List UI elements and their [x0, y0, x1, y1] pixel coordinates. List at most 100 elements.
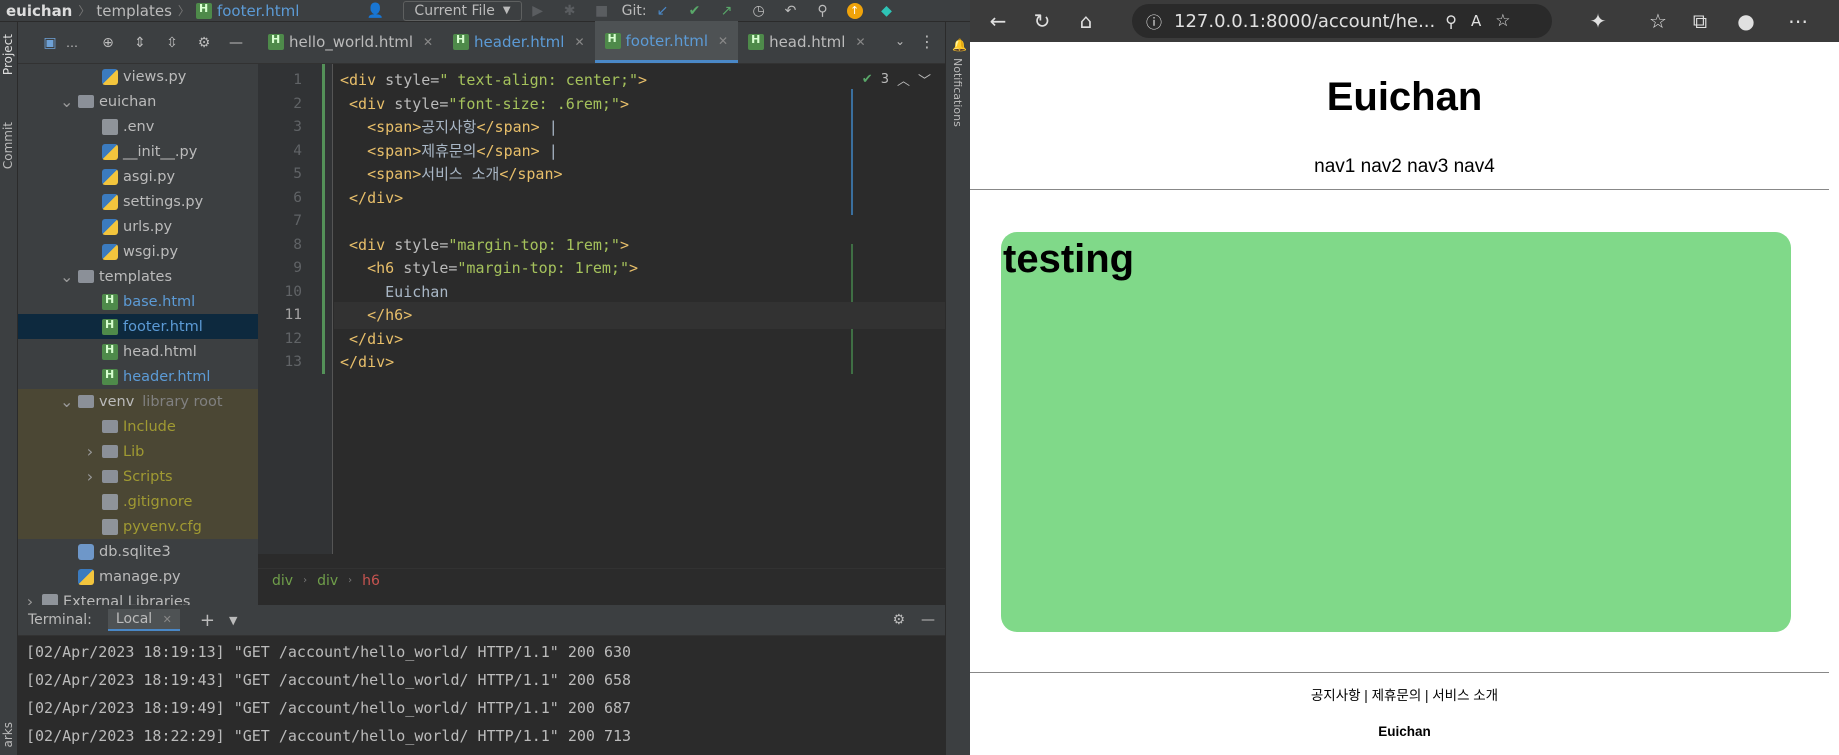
run-config-select[interactable]: Current File ▼ [403, 0, 522, 21]
chevron-down-icon[interactable]: ⌄ [60, 392, 73, 411]
collections-icon[interactable]: ⧉ [1684, 5, 1716, 37]
more-menu-icon[interactable]: ⋮ [919, 32, 935, 51]
code-area[interactable]: ✔ 3 ︿ ﹀ 💡 <div style=" text-align: cente… [322, 64, 945, 554]
close-icon[interactable]: ✕ [574, 35, 584, 49]
add-terminal-icon[interactable]: + [200, 610, 215, 631]
tree-item[interactable]: › Lib [18, 439, 258, 464]
tree-item-label: asgi.py [123, 168, 176, 185]
rollback-icon[interactable]: ↶ [783, 3, 799, 19]
reload-icon[interactable]: ↻ [1026, 5, 1058, 37]
terminal-tab-local[interactable]: Local ✕ [107, 609, 180, 631]
chevron-right-icon[interactable]: › [84, 442, 96, 461]
editor-tab[interactable]: hello_world.html ✕ [258, 21, 443, 63]
tree-item[interactable]: .gitignore [18, 489, 258, 514]
favorite-star-icon[interactable]: ☆ [1495, 11, 1510, 31]
breadcrumb-file[interactable]: footer.html [217, 2, 299, 20]
bookmarks-tool-tab[interactable]: arks [1, 722, 15, 748]
chevron-down-icon[interactable]: ▼ [229, 614, 237, 627]
page-nav: nav1 nav2 nav3 nav4 [1314, 156, 1495, 177]
project-tool-tab[interactable]: Project [1, 34, 15, 75]
home-icon[interactable]: ⌂ [1070, 5, 1102, 37]
editor-tab[interactable]: header.html ✕ [443, 21, 594, 63]
git-push-icon[interactable]: ↗ [719, 3, 735, 19]
tree-item-label: .gitignore [123, 493, 193, 510]
tree-item[interactable]: ⌄ templates [18, 264, 258, 289]
project-view-icon[interactable]: ▣ [42, 35, 58, 51]
close-icon[interactable]: ✕ [163, 613, 172, 626]
tree-item[interactable]: manage.py [18, 564, 258, 589]
run-icon[interactable]: ▶ [530, 3, 546, 19]
tree-item[interactable]: __init__.py [18, 139, 258, 164]
tree-item[interactable]: footer.html [18, 314, 258, 339]
tree-item[interactable]: views.py [18, 64, 258, 89]
address-bar[interactable]: ⓘ 127.0.0.1:8000/account/he... ⚲ A ☆ [1132, 4, 1552, 38]
close-icon[interactable]: ✕ [423, 35, 433, 49]
settings-gear-icon[interactable]: ⚙ [196, 35, 212, 51]
extensions-icon[interactable]: ✦ [1582, 5, 1614, 37]
breadcrumb-tag[interactable]: div [272, 573, 293, 589]
chevron-down-icon[interactable]: ⌄ [60, 267, 73, 286]
hide-panel-icon[interactable]: — [921, 612, 935, 628]
tree-item[interactable]: base.html [18, 289, 258, 314]
tab-overflow-icon[interactable]: ⌄ [895, 34, 905, 48]
url-text: 127.0.0.1:8000/account/he... [1174, 10, 1436, 32]
read-aloud-icon[interactable]: A [1471, 12, 1481, 30]
search-icon[interactable]: ⚲ [815, 3, 831, 19]
history-icon[interactable]: ◷ [751, 3, 767, 19]
footer-links: 공지사항 | 제휴문의 | 서비스 소개 [1310, 688, 1499, 703]
hide-panel-icon[interactable]: — [228, 35, 244, 51]
close-icon[interactable]: ✕ [718, 34, 728, 48]
tree-item[interactable]: db.sqlite3 [18, 539, 258, 564]
commit-tool-tab[interactable]: Commit [1, 122, 15, 169]
close-icon[interactable]: ✕ [855, 35, 865, 49]
user-icon[interactable]: 👤 [367, 3, 384, 19]
html-file-icon [195, 2, 212, 19]
info-icon[interactable]: ⓘ [1146, 9, 1162, 33]
code-token: | [539, 118, 558, 136]
git-commit-icon[interactable]: ✔ [687, 3, 703, 19]
editor-tab[interactable]: footer.html ✕ [594, 21, 739, 63]
plugin-icon[interactable]: ◆ [879, 3, 895, 19]
debug-icon[interactable]: ✱ [562, 3, 578, 19]
tag-icon[interactable]: ⚲ [1445, 12, 1457, 31]
editor-tab-label: hello_world.html [289, 33, 413, 51]
breadcrumb-tag[interactable]: div [317, 573, 338, 589]
locate-icon[interactable]: ⊕ [100, 35, 116, 51]
more-menu-icon[interactable]: ⋯ [1782, 5, 1814, 37]
tree-item[interactable]: settings.py [18, 189, 258, 214]
update-icon[interactable]: ↑ [846, 2, 863, 19]
git-update-icon[interactable]: ↙ [655, 3, 671, 19]
back-arrow-icon[interactable]: ← [982, 5, 1014, 37]
notifications-tool-tab[interactable]: Notifications [951, 58, 964, 127]
line-number: 11 [284, 307, 302, 323]
profile-avatar-icon[interactable]: ● [1730, 5, 1762, 37]
tree-item[interactable]: wsgi.py [18, 239, 258, 264]
stop-icon[interactable]: ■ [594, 3, 610, 19]
tree-item[interactable]: head.html [18, 339, 258, 364]
tree-item[interactable]: › Scripts [18, 464, 258, 489]
tree-item[interactable]: urls.py [18, 214, 258, 239]
tree-item-label: views.py [123, 68, 187, 85]
notifications-bell-icon[interactable]: 🔔 [952, 38, 967, 52]
file-icon [102, 493, 118, 510]
collapse-all-icon[interactable]: ⇳ [164, 35, 180, 51]
terminal-line: [02/Apr/2023 18:22:29] "GET /account/hel… [26, 727, 632, 745]
tree-item[interactable]: .env [18, 114, 258, 139]
tree-item[interactable]: asgi.py [18, 164, 258, 189]
expand-all-icon[interactable]: ⇕ [132, 35, 148, 51]
line-number: 5 [293, 166, 302, 182]
tree-item[interactable]: ⌄ euichan [18, 89, 258, 114]
tree-item[interactable]: Include [18, 414, 258, 439]
chevron-right-icon[interactable]: › [84, 467, 96, 486]
tree-item[interactable]: ⌄ venv library root [18, 389, 258, 414]
chevron-down-icon[interactable]: ⌄ [60, 92, 73, 111]
breadcrumb-project[interactable]: euichan [6, 2, 72, 20]
tree-item[interactable]: header.html [18, 364, 258, 389]
tree-item[interactable]: pyvenv.cfg [18, 514, 258, 539]
terminal-output[interactable]: [02/Apr/2023 18:19:13] "GET /account/hel… [18, 636, 945, 755]
breadcrumb-tag[interactable]: h6 [362, 573, 380, 589]
favorites-icon[interactable]: ☆ [1642, 5, 1674, 37]
breadcrumb-folder[interactable]: templates [96, 2, 172, 20]
settings-gear-icon[interactable]: ⚙ [892, 612, 905, 628]
editor-tab[interactable]: head.html ✕ [738, 21, 875, 63]
